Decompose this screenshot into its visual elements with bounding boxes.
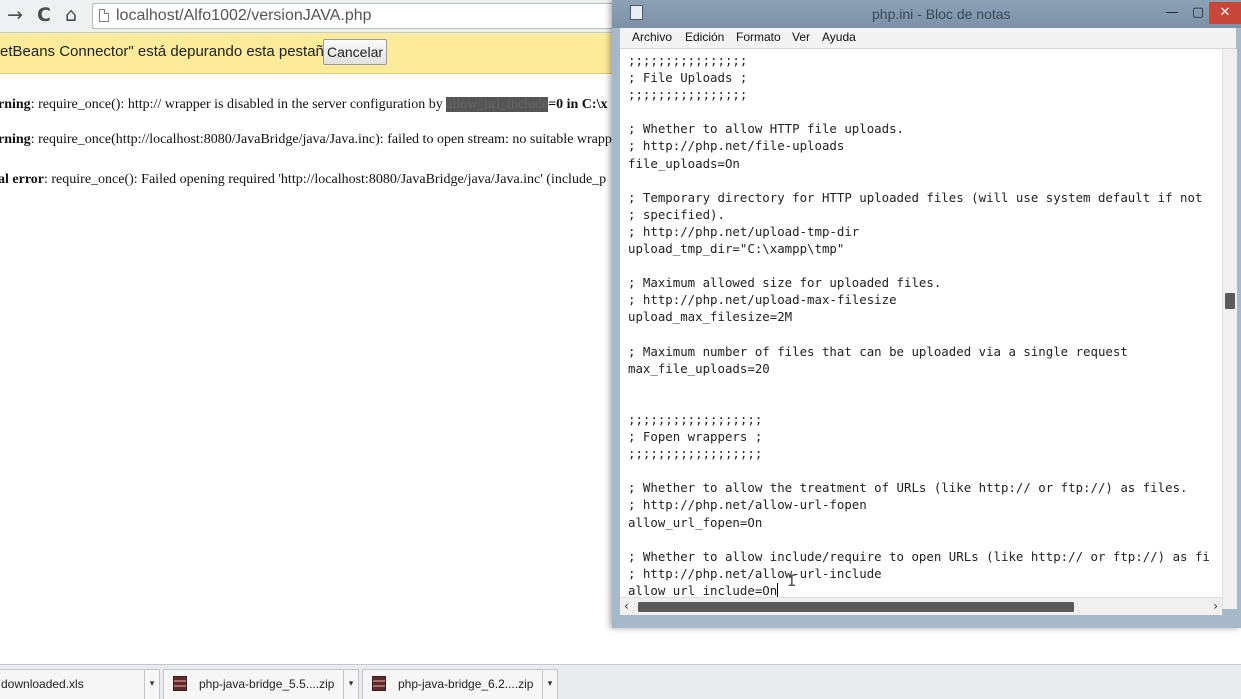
current-line: allow_url_include=On: [628, 582, 778, 597]
address-bar[interactable]: localhost/Alfo1002/versionJAVA.php: [92, 3, 692, 29]
text-line: ;;;;;;;;;;;;;;;;: [628, 87, 748, 103]
text-line: ; http://php.net/allow-url-fopen: [628, 497, 867, 513]
notepad-title: php.ini - Bloc de notas: [872, 6, 1011, 22]
download-filename: php-java-bridge_6.2....zip: [398, 677, 534, 691]
notepad-titlebar[interactable]: php.ini - Bloc de notas — ▢ ✕: [612, 0, 1241, 28]
download-item[interactable]: php-java-bridge_6.2....zip ▾: [362, 669, 558, 699]
archive-icon: [173, 676, 187, 691]
text-line: file_uploads=On: [628, 155, 740, 171]
message-label: rning: [0, 132, 31, 147]
scroll-left-icon[interactable]: ‹: [624, 598, 629, 615]
message-text: : require_once(http://localhost:8080/Jav…: [30, 132, 612, 147]
text-line: ;;;;;;;;;;;;;;;;: [628, 53, 748, 68]
text-line: ; Maximum number of files that can be up…: [628, 343, 1128, 359]
php-warning-2: rning: require_once(http://localhost:808…: [0, 132, 612, 148]
message-label: rning: [0, 97, 31, 112]
text-line: ;;;;;;;;;;;;;;;;;;: [628, 446, 763, 462]
text-line: ; Whether to allow HTTP file uploads.: [628, 121, 905, 137]
menu-ver[interactable]: Ver: [792, 30, 810, 44]
text-line: ; specified).: [628, 206, 725, 222]
dropdown-icon[interactable]: ▾: [144, 670, 159, 699]
highlighted-setting: allow_url_include: [446, 97, 549, 112]
menu-archivo[interactable]: Archivo: [632, 30, 672, 44]
text-line: ; Maximum allowed size for uploaded file…: [628, 275, 942, 291]
url-text: localhost/Alfo1002/versionJAVA.php: [116, 7, 372, 24]
download-filename: php-java-bridge_5.5....zip: [199, 677, 335, 691]
text-line: ; http://php.net/upload-max-filesize: [628, 292, 897, 308]
notepad-app-icon: [630, 5, 643, 20]
text-line: ;;;;;;;;;;;;;;;;;;: [628, 411, 763, 427]
notepad-window: php.ini - Bloc de notas — ▢ ✕ Archivo Ed…: [612, 0, 1241, 628]
menu-ayuda[interactable]: Ayuda: [822, 30, 856, 44]
text-line: upload_max_filesize=2M: [628, 309, 793, 325]
text-line: ; Temporary directory for HTTP uploaded …: [628, 189, 1203, 205]
home-icon[interactable]: ⌂: [60, 4, 82, 26]
notepad-text-area[interactable]: ;;;;;;;;;;;;;;;; ; File Uploads ; ;;;;;;…: [620, 49, 1222, 597]
horizontal-scrollbar[interactable]: ‹ ›: [620, 597, 1222, 615]
menu-formato[interactable]: Formato: [736, 30, 781, 44]
vertical-scrollbar[interactable]: [1222, 49, 1237, 609]
php-fatal-error: al error: require_once(): Failed opening…: [0, 172, 606, 188]
message-text: : require_once(): Failed opening require…: [44, 172, 607, 187]
ibeam-cursor-icon: I: [787, 571, 797, 590]
text-line: ; http://php.net/upload-tmp-dir: [628, 223, 860, 239]
dropdown-icon[interactable]: ▾: [343, 670, 358, 699]
text-line: upload_tmp_dir="C:\xampp\tmp": [628, 241, 845, 257]
download-item[interactable]: php-java-bridge_5.5....zip ▾: [163, 669, 359, 699]
message-text: : require_once(): http:// wrapper is dis…: [30, 97, 447, 112]
infobar-message: etBeans Connector" está depurando esta p…: [0, 43, 337, 60]
notepad-menubar: Archivo Edición Formato Ver Ayuda: [620, 28, 1236, 49]
notepad-content: ;;;;;;;;;;;;;;;; ; File Uploads ; ;;;;;;…: [620, 49, 1222, 597]
text-caret: [777, 582, 779, 597]
download-item[interactable]: downloaded.xls ▾: [0, 669, 160, 699]
text-line: ; Fopen wrappers ;: [628, 429, 763, 445]
text-line: ; Whether to allow the treatment of URLs…: [628, 480, 1188, 496]
dropdown-icon[interactable]: ▾: [542, 670, 557, 699]
downloads-bar: downloaded.xls ▾ php-java-bridge_5.5....…: [0, 664, 1241, 699]
text-line: allow_url_fopen=On: [628, 514, 763, 530]
reload-icon[interactable]: C: [33, 4, 55, 26]
minimize-icon[interactable]: —: [1160, 2, 1184, 24]
text-line: ; http://php.net/allow-url-include: [628, 565, 882, 581]
scroll-right-icon[interactable]: ›: [1213, 598, 1218, 615]
close-icon[interactable]: ✕: [1209, 2, 1241, 24]
message-tail: =0 in C:\x: [548, 97, 608, 112]
text-line: ; http://php.net/file-uploads: [628, 138, 845, 154]
horizontal-scroll-thumb[interactable]: [638, 602, 1074, 612]
archive-icon: [372, 676, 386, 691]
message-label: al error: [0, 172, 44, 187]
content-lines: ;;;;;;;;;;;;;;;; ; File Uploads ; ;;;;;;…: [628, 53, 1210, 581]
download-filename: downloaded.xls: [1, 677, 84, 691]
debug-infobar: etBeans Connector" está depurando esta p…: [0, 33, 640, 74]
text-line: ; Whether to allow include/require to op…: [628, 548, 1210, 564]
forward-arrow-icon[interactable]: →: [4, 4, 26, 26]
page-icon: [99, 9, 109, 22]
menu-edicion[interactable]: Edición: [685, 30, 724, 44]
text-line: ; File Uploads ;: [628, 70, 748, 86]
maximize-icon[interactable]: ▢: [1186, 2, 1210, 24]
text-line: max_file_uploads=20: [628, 360, 770, 376]
cancel-button[interactable]: Cancelar: [323, 39, 387, 65]
php-warning-1: rning: require_once(): http:// wrapper i…: [0, 97, 607, 113]
vertical-scroll-thumb[interactable]: [1225, 293, 1235, 309]
